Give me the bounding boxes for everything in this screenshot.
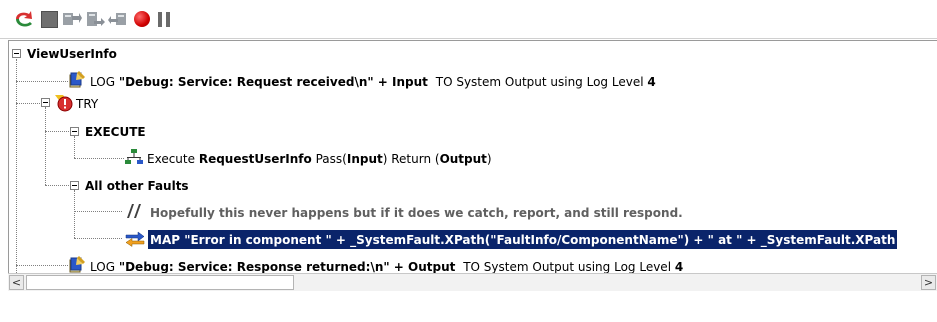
log-icon (69, 70, 87, 88)
scroll-right-button[interactable]: > (921, 275, 936, 290)
step-out-icon[interactable] (108, 9, 128, 29)
tree-node-root[interactable]: ViewUserInfo (27, 43, 117, 63)
execute-icon (125, 148, 143, 166)
horizontal-scrollbar[interactable]: < > (8, 273, 937, 291)
tree-node-execute-group[interactable]: EXECUTE (85, 121, 146, 141)
pause-icon[interactable] (154, 9, 174, 29)
toolbar (0, 0, 937, 39)
map-icon (125, 229, 145, 247)
log-icon (69, 255, 87, 273)
step-over-icon[interactable] (85, 9, 105, 29)
scrollbar-thumb[interactable] (26, 275, 294, 290)
tree-node-comment[interactable]: Hopefully this never happens but if it d… (150, 202, 683, 222)
empty-area (0, 291, 937, 322)
tree-node-map[interactable]: MAP "Error in component " + _SystemFault… (148, 229, 937, 249)
scroll-left-button[interactable]: < (9, 275, 24, 290)
comment-icon (125, 202, 143, 220)
process-tree: ViewUserInfo LOG "Debug: Service: Reques… (8, 40, 937, 274)
stop-icon[interactable] (39, 9, 59, 29)
tree-node-faults-group[interactable]: All other Faults (85, 175, 189, 195)
tree-node-try[interactable]: TRY (76, 93, 98, 113)
step-into-icon[interactable] (62, 9, 82, 29)
root-label: ViewUserInfo (27, 46, 117, 61)
try-icon (53, 92, 73, 112)
tree-node-execute[interactable]: Execute RequestUserInfo Pass(Input) Retu… (147, 148, 492, 168)
collapse-toggle[interactable] (70, 181, 79, 190)
tree-node-log-request[interactable]: LOG "Debug: Service: Request received\n"… (90, 71, 656, 91)
collapse-toggle[interactable] (41, 98, 50, 107)
collapse-toggle[interactable] (12, 49, 21, 58)
breakpoint-icon[interactable] (132, 9, 152, 29)
collapse-toggle[interactable] (70, 127, 79, 136)
run-icon[interactable] (14, 9, 34, 29)
